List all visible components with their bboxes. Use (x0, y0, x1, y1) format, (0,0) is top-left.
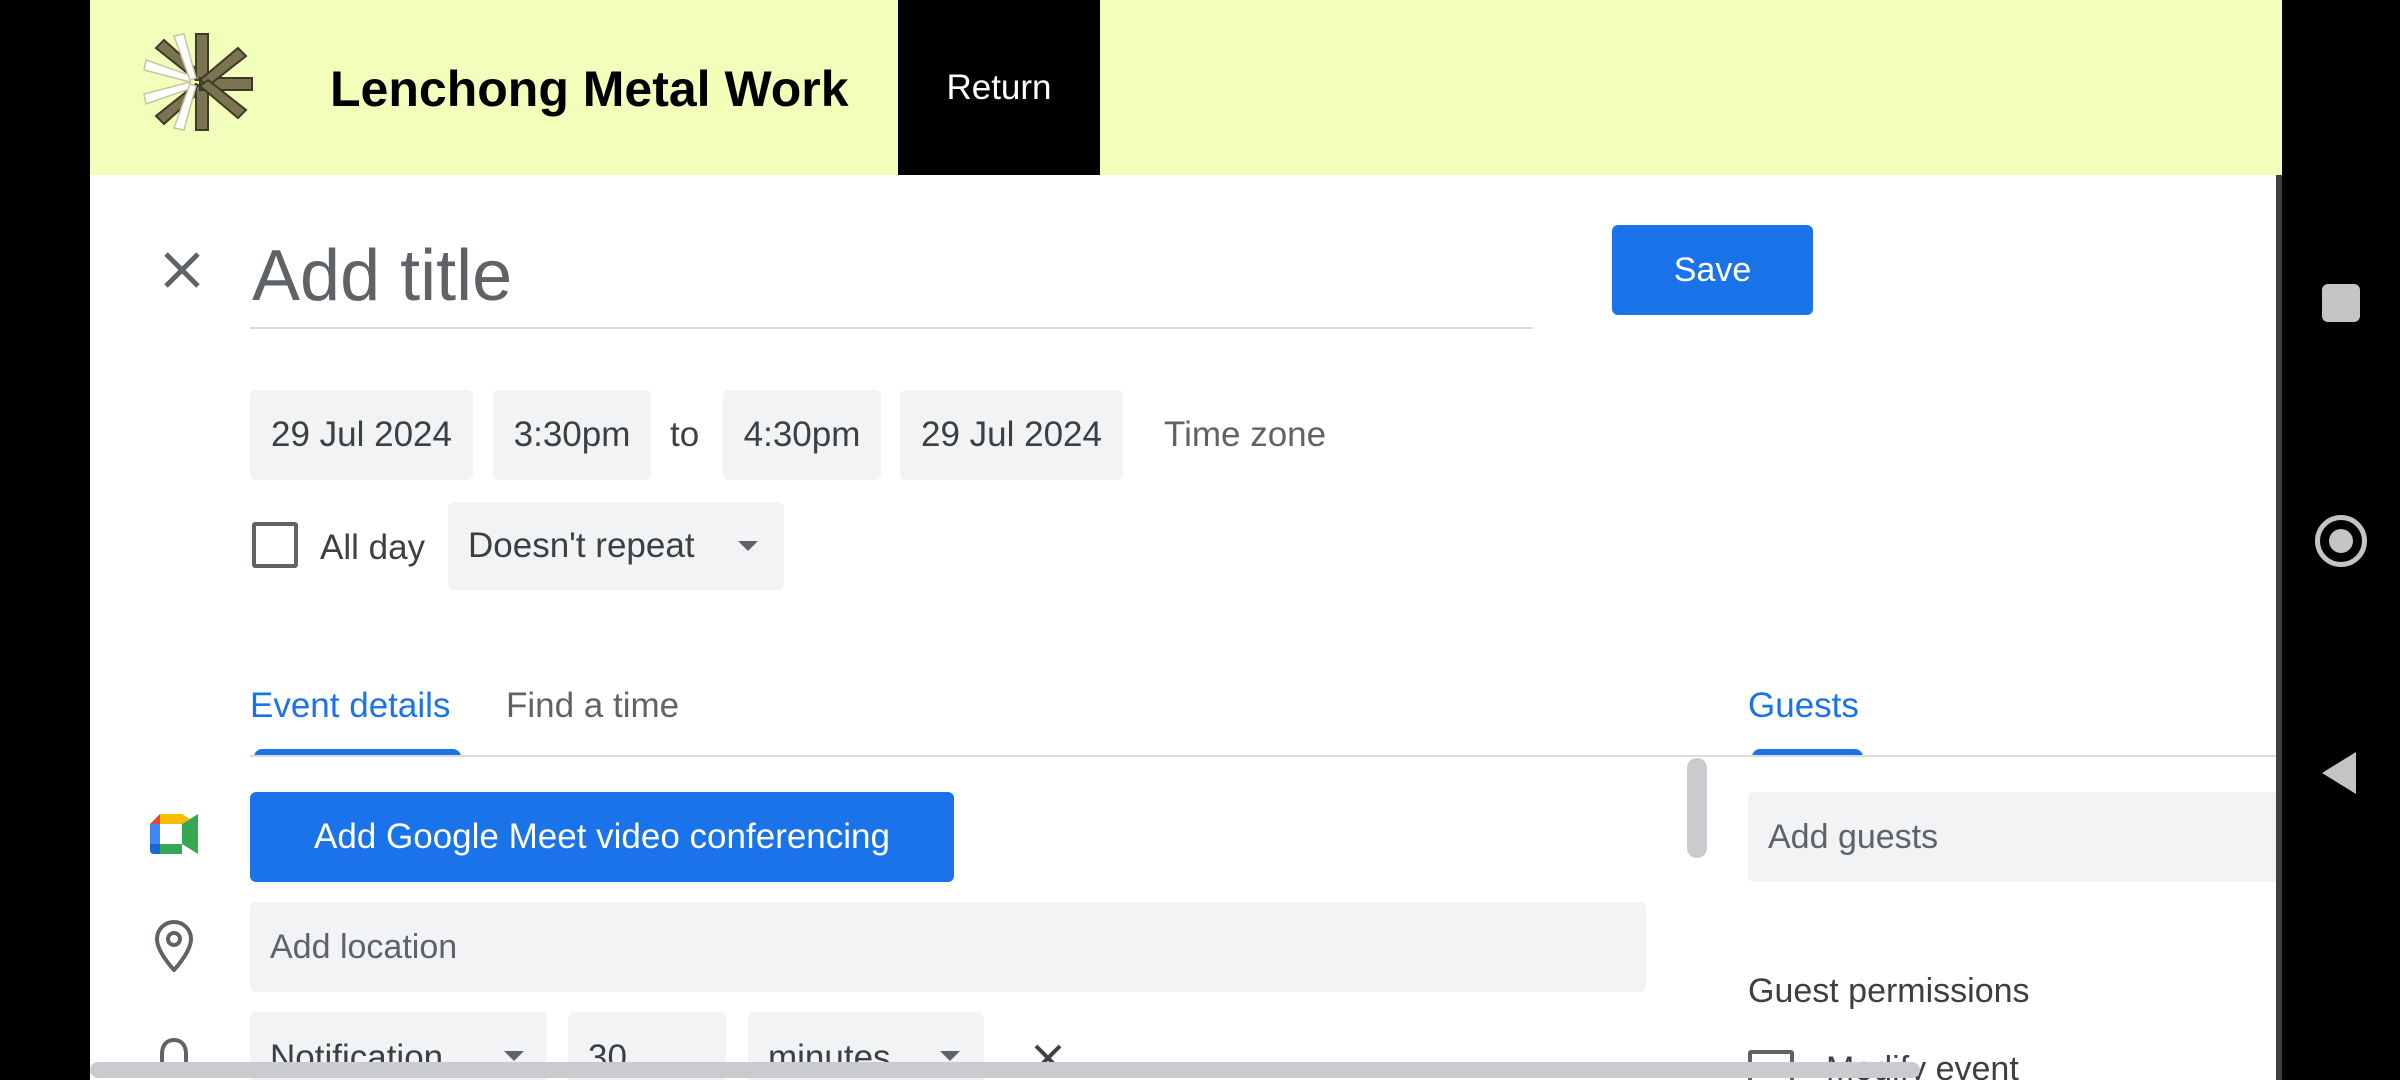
tab-guests[interactable]: Guests (1748, 686, 1859, 726)
tab-find-time[interactable]: Find a time (506, 686, 679, 726)
repeat-select[interactable]: Doesn't repeat (448, 502, 784, 590)
recents-icon[interactable] (2322, 284, 2360, 322)
repeat-value: Doesn't repeat (468, 526, 695, 565)
start-date-chip[interactable]: 29 Jul 2024 (250, 390, 473, 480)
title-input[interactable] (250, 225, 1533, 329)
add-guests-input[interactable] (1748, 792, 2282, 882)
calendar-page: Lenchong Metal Work Return Save 29 Jul 2… (90, 0, 2282, 1080)
return-button[interactable]: Return (898, 0, 1100, 175)
add-meet-button[interactable]: Add Google Meet video conferencing (250, 792, 954, 882)
google-meet-icon (150, 814, 198, 854)
home-icon[interactable] (2315, 515, 2367, 567)
horizontal-scrollbar[interactable] (90, 1062, 1920, 1078)
details-scrollbar[interactable] (1687, 758, 1707, 858)
start-time-chip[interactable]: 3:30pm (493, 390, 651, 480)
app-header: Lenchong Metal Work Return (90, 0, 2282, 175)
tab-event-details[interactable]: Event details (250, 686, 450, 726)
chevron-down-icon (738, 541, 758, 551)
logo-icon (143, 33, 253, 131)
brand-name: Lenchong Metal Work (330, 61, 849, 117)
tabs-divider (250, 755, 1758, 757)
all-day-checkbox[interactable] (252, 522, 298, 568)
location-pin-icon (154, 920, 194, 972)
to-label: to (670, 415, 700, 454)
close-icon[interactable] (154, 242, 210, 298)
save-button[interactable]: Save (1612, 225, 1813, 315)
back-icon[interactable] (2322, 752, 2356, 794)
end-date-chip[interactable]: 29 Jul 2024 (900, 390, 1123, 480)
guest-permissions-label: Guest permissions (1748, 972, 2030, 1010)
timezone-link[interactable]: Time zone (1164, 415, 1326, 455)
all-day-label: All day (320, 528, 426, 567)
guests-divider (1748, 755, 2282, 757)
end-time-chip[interactable]: 4:30pm (723, 390, 881, 480)
location-input[interactable] (250, 902, 1646, 992)
chevron-down-icon (940, 1051, 960, 1061)
chevron-down-icon (504, 1051, 524, 1061)
